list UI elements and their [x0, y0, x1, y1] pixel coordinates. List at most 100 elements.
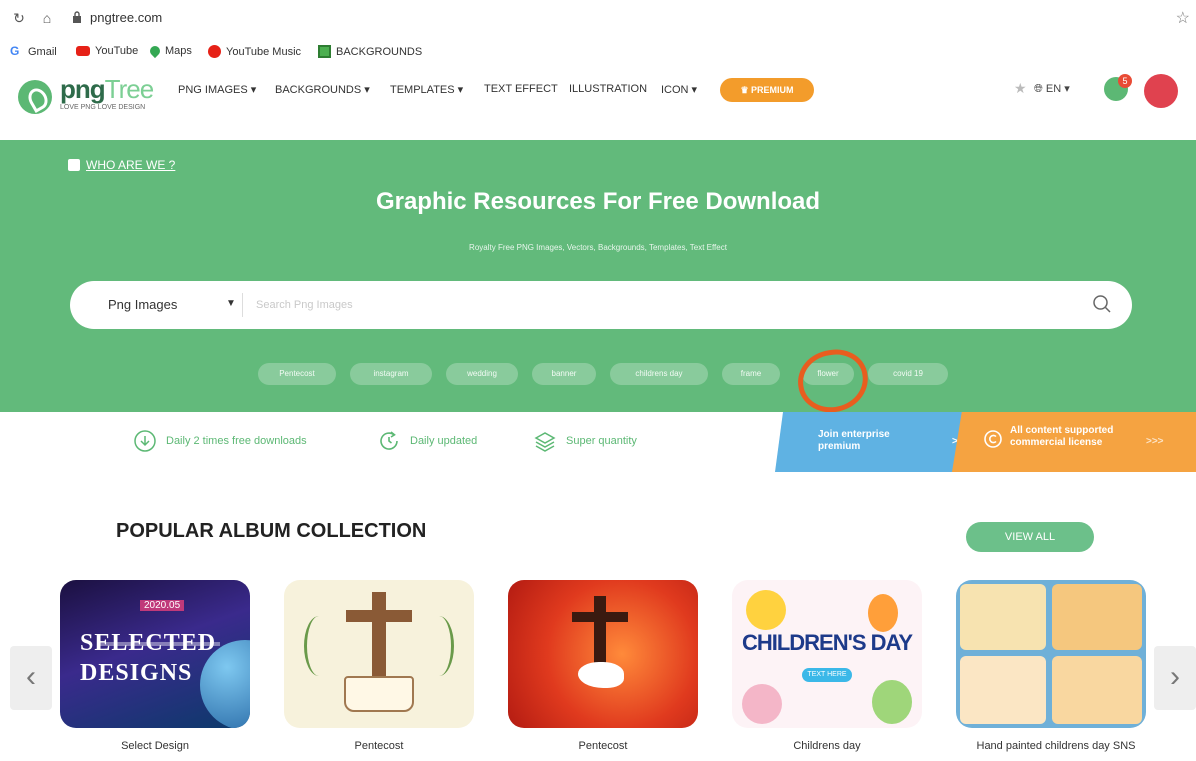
- bookmark-youtube-music[interactable]: YouTube Music: [208, 45, 301, 58]
- bookmark-maps[interactable]: Maps: [147, 43, 192, 59]
- album-card-childrens-day[interactable]: CHILDREN'S DAY TEXT HERE: [732, 580, 922, 728]
- feature-label: Daily 2 times free downloads: [166, 435, 307, 447]
- view-all-button[interactable]: VIEW ALL: [966, 522, 1094, 552]
- reload-icon[interactable]: ↻: [10, 9, 28, 27]
- language-selector[interactable]: 🌐︎ EN ▾: [1034, 82, 1070, 96]
- search-icon[interactable]: [1092, 294, 1112, 314]
- bookmark-label: Maps: [165, 45, 192, 57]
- search-bar: Png Images ▼: [70, 281, 1132, 329]
- book-art: [344, 676, 414, 712]
- hero-banner: WHO ARE WE ? Graphic Resources For Free …: [0, 140, 1196, 417]
- album-card-hand-painted[interactable]: [956, 580, 1146, 728]
- home-icon[interactable]: ⌂: [38, 9, 56, 27]
- page-root: ↻ ⌂ pngtree.com ☆ G Gmail YouTube Maps Y…: [0, 0, 1196, 761]
- who-are-we-label: WHO ARE WE ?: [86, 158, 176, 172]
- enterprise-promo-label[interactable]: Join enterprise premium: [818, 429, 928, 453]
- card-art-date: 2020.05: [140, 600, 185, 611]
- bookmark-label: Gmail: [28, 45, 57, 58]
- feature-label: Super quantity: [566, 435, 637, 447]
- youtube-icon: [76, 46, 90, 56]
- bookmark-gmail[interactable]: G Gmail: [10, 45, 57, 58]
- who-are-we-link[interactable]: WHO ARE WE ?: [68, 158, 175, 172]
- tile-art: [960, 584, 1046, 650]
- album-label[interactable]: Hand painted childrens day SNS: [956, 740, 1156, 752]
- tag-instagram[interactable]: instagram: [350, 363, 432, 385]
- bookmark-youtube[interactable]: YouTube: [76, 45, 138, 57]
- tag-pentecost[interactable]: Pentecost: [258, 363, 336, 385]
- menu-backgrounds[interactable]: BACKGROUNDS ▾: [275, 83, 370, 96]
- album-label[interactable]: Childrens day: [732, 740, 922, 752]
- carousel-next-button[interactable]: ›: [1154, 646, 1196, 710]
- orange-circle-annotation: [794, 345, 872, 417]
- logo-icon[interactable]: [18, 80, 52, 114]
- lock-icon: [73, 11, 81, 23]
- chevron-left-icon: ‹: [26, 660, 36, 693]
- commercial-license-label[interactable]: All content supported commercial license: [1010, 425, 1140, 449]
- album-label[interactable]: Pentecost: [284, 740, 474, 752]
- layers-icon: [534, 432, 556, 452]
- feature-label: Daily updated: [410, 435, 478, 447]
- tag-covid-19[interactable]: covid 19: [868, 363, 948, 385]
- globe-icon: 🌐︎: [1034, 83, 1043, 95]
- cross-art: [372, 592, 386, 684]
- bookmark-label: YouTube Music: [226, 45, 302, 58]
- copyright-icon: [984, 430, 1002, 448]
- hero-title: Graphic Resources For Free Download: [375, 188, 821, 215]
- menu-illustration[interactable]: ILLUSTRATION: [569, 83, 647, 95]
- card-art-text: SELECTED DESIGNS: [80, 630, 217, 686]
- tile-art: [1052, 656, 1142, 724]
- user-avatar[interactable]: [1144, 74, 1178, 108]
- calendar-icon: [68, 159, 80, 171]
- kid-art: [872, 680, 912, 724]
- leaf-art: [424, 616, 454, 676]
- features-row: Daily 2 times free downloads Daily updat…: [0, 412, 1196, 472]
- tag-frame[interactable]: frame: [722, 363, 780, 385]
- card-art-subtext: TEXT HERE: [802, 668, 852, 682]
- tag-banner[interactable]: banner: [532, 363, 596, 385]
- album-card-pentecost-1[interactable]: [284, 580, 474, 728]
- cross-arm-art: [346, 610, 412, 622]
- menu-icon[interactable]: ICON ▾: [661, 83, 697, 96]
- feature-updated: Daily updated: [378, 430, 477, 452]
- bookmark-star-icon[interactable]: ☆: [1176, 8, 1190, 28]
- tag-childrens-day[interactable]: childrens day: [610, 363, 708, 385]
- tag-wedding[interactable]: wedding: [446, 363, 518, 385]
- logo-wordmark[interactable]: pngTree: [60, 74, 154, 105]
- caret-down-icon[interactable]: ▼: [226, 298, 236, 309]
- commercial-license-arrow: >>>: [1146, 436, 1164, 447]
- album-label[interactable]: Pentecost: [508, 740, 698, 752]
- address-text[interactable]: pngtree.com: [90, 10, 162, 25]
- youtube-music-icon: [208, 45, 221, 58]
- favorites-star-icon[interactable]: ★: [1014, 80, 1027, 97]
- search-category-select[interactable]: Png Images: [108, 297, 177, 312]
- carousel-prev-button[interactable]: ‹: [10, 646, 52, 710]
- menu-text-effect[interactable]: TEXT EFFECT: [484, 83, 558, 95]
- popular-tags: Pentecost instagram wedding banner child…: [0, 363, 1196, 385]
- logo-main: png: [60, 74, 106, 104]
- search-input[interactable]: [256, 291, 1076, 319]
- maps-pin-icon: [147, 43, 163, 59]
- album-card-select-design[interactable]: 2020.05 SELECTED DESIGNS: [60, 580, 250, 728]
- album-section-title: POPULAR ALBUM COLLECTION: [116, 520, 427, 542]
- tile-art: [960, 656, 1046, 724]
- album-card-pentecost-2[interactable]: [508, 580, 698, 728]
- hero-subtitle: Royalty Free PNG Images, Vectors, Backgr…: [469, 243, 727, 252]
- feature-downloads: Daily 2 times free downloads: [134, 430, 307, 452]
- feature-quantity: Super quantity: [534, 430, 637, 452]
- download-icon: [134, 430, 156, 452]
- kid-art: [742, 684, 782, 724]
- language-label: EN ▾: [1045, 83, 1070, 95]
- album-label[interactable]: Select Design: [60, 740, 250, 752]
- logo-tagline: LOVE PNG LOVE DESIGN: [60, 104, 146, 111]
- menu-templates[interactable]: TEMPLATES ▾: [390, 83, 463, 96]
- cross-arm-art: [572, 612, 628, 622]
- refresh-icon: [380, 431, 398, 450]
- tile-art: [1052, 584, 1142, 650]
- menu-png-images[interactable]: PNG IMAGES ▾: [178, 83, 256, 96]
- premium-button[interactable]: ♛ PREMIUM: [720, 78, 814, 102]
- browser-url-bar: ↻ ⌂ pngtree.com ☆: [0, 0, 1196, 38]
- google-icon: G: [10, 44, 20, 58]
- bookmarks-bar: G Gmail YouTube Maps YouTube Music BACKG…: [0, 40, 1196, 66]
- bookmark-page-icon: [318, 45, 331, 58]
- bookmark-backgrounds[interactable]: BACKGROUNDS: [318, 45, 422, 58]
